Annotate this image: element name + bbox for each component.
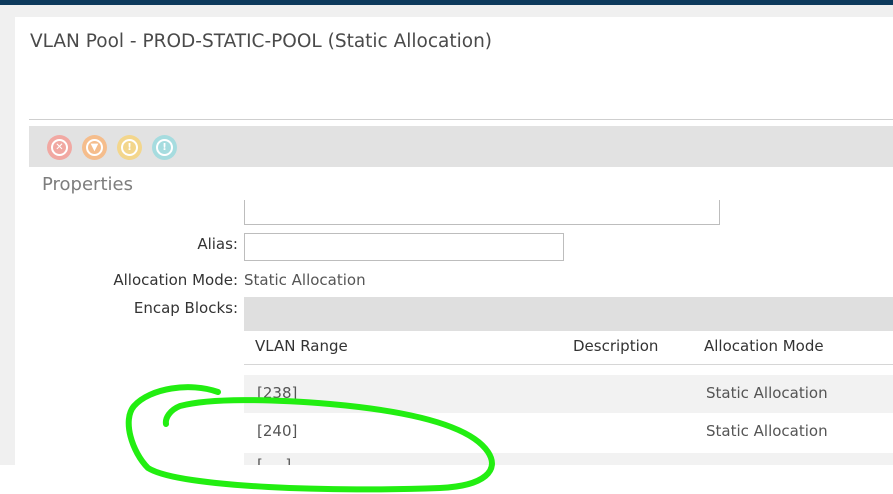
vlan-range-cell: [238] [257,384,298,402]
encap-table-toolbar [244,297,893,331]
critical-fault-icon[interactable]: ✕ [47,135,72,160]
minor-fault-icon[interactable]: ! [117,135,142,160]
table-row[interactable]: [___] [244,453,893,465]
bottom-area [0,465,893,494]
background-left [0,5,15,465]
table-header-divider [244,364,893,365]
allocation-mode-label: Allocation Mode: [113,271,238,289]
table-row[interactable]: [238] Static Allocation [244,375,893,413]
title-divider [29,119,893,120]
allocation-mode-value: Static Allocation [244,271,366,289]
allocation-mode-cell: Static Allocation [706,422,828,440]
alias-input[interactable] [244,233,564,261]
fault-summary-bar: ✕ ▼ ! ! [29,126,893,167]
allocation-mode-cell: Static Allocation [706,384,828,402]
major-fault-icon[interactable]: ▼ [82,135,107,160]
vlan-range-cell: [240] [257,422,298,440]
properties-heading: Properties [42,174,133,195]
encap-blocks-label: Encap Blocks: [133,299,238,317]
column-header-allocation-mode[interactable]: Allocation Mode [704,337,824,355]
description-field[interactable] [244,200,720,225]
column-header-vlan-range[interactable]: VLAN Range [255,337,348,355]
background-top [0,5,893,17]
column-header-description[interactable]: Description [573,337,658,355]
alias-label: Alias: [197,235,238,253]
page-title: VLAN Pool - PROD-STATIC-POOL (Static All… [30,31,493,52]
warning-fault-icon[interactable]: ! [152,135,177,160]
vlan-range-cell: [___] [257,456,292,465]
table-row[interactable]: [240] Static Allocation [244,413,893,451]
